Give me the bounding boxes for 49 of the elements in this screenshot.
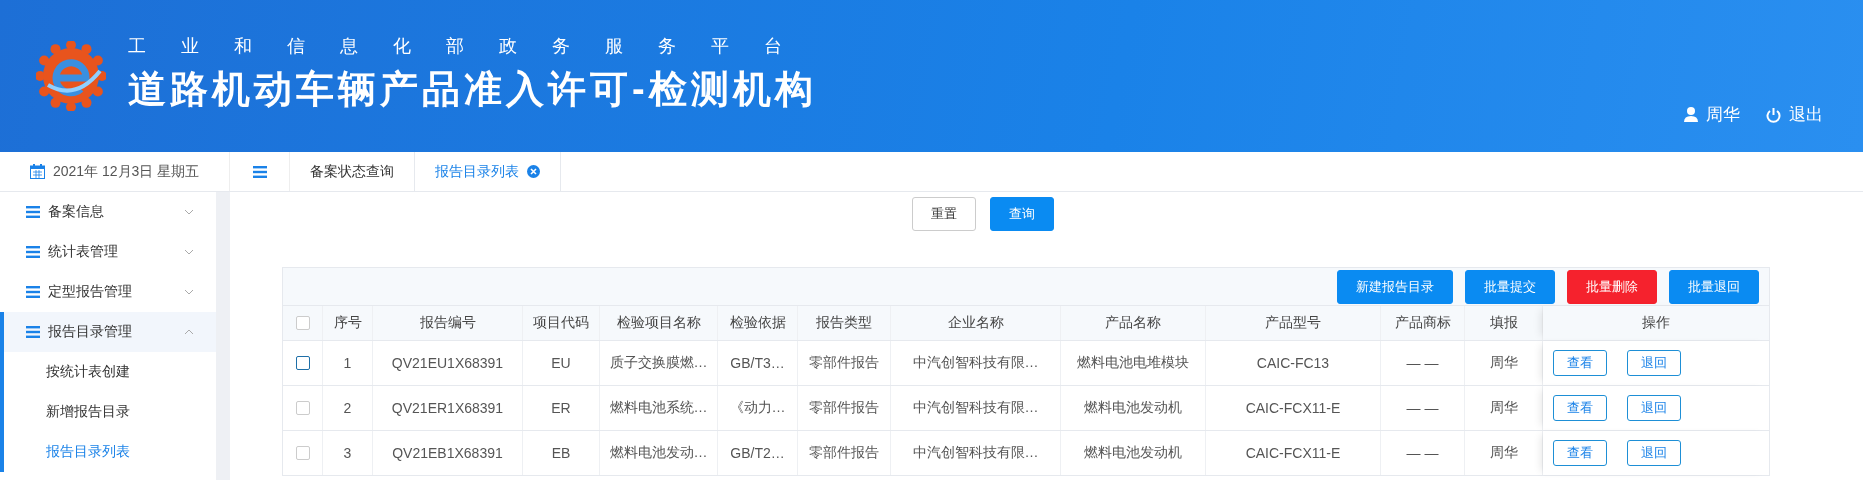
table-cell: EB (523, 431, 600, 475)
toolbar-button[interactable]: 批量退回 (1669, 269, 1759, 304)
column-header: 操作 (1543, 306, 1769, 340)
sidebar-subitem[interactable]: 新增报告目录 (4, 392, 216, 432)
chevron-icon (184, 289, 194, 295)
sidebar-item[interactable]: 报告目录管理 (4, 312, 216, 352)
toolbar-button[interactable]: 新建报告目录 (1337, 269, 1453, 304)
list-icon (26, 246, 40, 258)
table-cell: QV21EB1X68391 (373, 431, 523, 475)
user-icon (1684, 107, 1698, 122)
calendar-icon (30, 164, 45, 179)
chevron-icon (184, 209, 194, 215)
platform-subtitle: 工业和信息化部政务服务平台 (128, 34, 817, 58)
return-button[interactable]: 退回 (1627, 440, 1681, 466)
delete-button[interactable]: 批量删除 (1567, 269, 1657, 304)
user-link[interactable]: 周华 (1684, 103, 1740, 126)
view-button[interactable]: 查看 (1553, 350, 1607, 376)
view-button[interactable]: 查看 (1553, 440, 1607, 466)
list-icon (26, 286, 40, 298)
table-cell: — — (1381, 431, 1465, 475)
sidebar-subitem[interactable]: 按统计表创建 (4, 352, 216, 392)
table-cell: 燃料电池发动… (600, 431, 718, 475)
list-icon (26, 326, 40, 338)
sidebar-subitem[interactable]: 报告目录列表 (4, 432, 216, 472)
toolbar-button[interactable]: 批量提交 (1465, 269, 1555, 304)
search-button[interactable]: 查询 (989, 197, 1054, 231)
close-icon[interactable] (527, 165, 540, 178)
table-cell: 零部件报告 (798, 431, 891, 475)
view-button[interactable]: 查看 (1553, 395, 1607, 421)
table-cell: 中汽创智科技有限… (891, 431, 1061, 475)
table-cell: 燃料电池发动机 (1061, 431, 1206, 475)
power-icon (1766, 106, 1781, 123)
date-text: 2021年 12月3日 星期五 (53, 162, 200, 181)
table-cell: 周华 (1465, 431, 1543, 475)
chevron-icon (184, 249, 194, 255)
system-title: 道路机动车辆产品准入许可-检测机构 (128, 66, 817, 112)
chevron-icon (184, 329, 194, 335)
logout-link[interactable]: 退出 (1766, 103, 1823, 126)
table-cell: GB/T2… (718, 431, 798, 475)
table-cell: 3 (323, 431, 373, 475)
reset-button[interactable]: 重置 (911, 197, 976, 231)
list-icon (26, 206, 40, 218)
menu-icon (252, 165, 267, 178)
logo-icon (36, 41, 106, 111)
row-checkbox[interactable] (295, 356, 310, 370)
table-cell: CAIC-FCX11-E (1206, 431, 1381, 475)
select-all-checkbox[interactable] (295, 316, 310, 330)
return-button[interactable]: 退回 (1627, 350, 1681, 376)
return-button[interactable]: 退回 (1627, 395, 1681, 421)
